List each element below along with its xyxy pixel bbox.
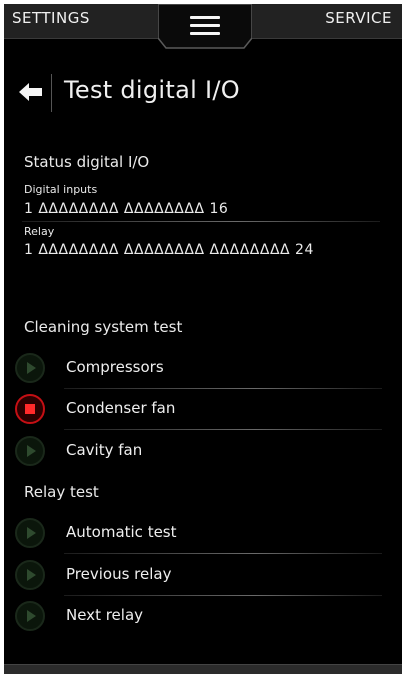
device-screen: SETTINGS SERVICE Test digital I/O Status… (4, 4, 402, 674)
divider (64, 388, 382, 389)
play-icon (15, 601, 45, 631)
page-title: Test digital I/O (64, 76, 240, 104)
play-icon (15, 518, 45, 548)
cavity-fan-button[interactable]: Cavity fan (4, 433, 402, 469)
relay-test-heading: Relay test (24, 483, 99, 501)
hamburger-menu-icon (190, 16, 220, 36)
play-icon (15, 436, 45, 466)
relay-status: 1 ΔΔΔΔΔΔΔΔ ΔΔΔΔΔΔΔΔ ΔΔΔΔΔΔΔΔ 24 (24, 242, 314, 258)
digital-inputs-label: Digital inputs (24, 183, 98, 196)
play-icon (15, 353, 45, 383)
previous-relay-button[interactable]: Previous relay (4, 557, 402, 593)
next-relay-button[interactable]: Next relay (4, 598, 402, 634)
next-relay-label: Next relay (66, 606, 144, 624)
divider (64, 429, 382, 430)
service-tab[interactable]: SERVICE (325, 9, 392, 27)
divider (64, 553, 382, 554)
digital-inputs-status: 1 ΔΔΔΔΔΔΔΔ ΔΔΔΔΔΔΔΔ 16 (24, 201, 229, 217)
back-arrow-icon[interactable] (17, 78, 45, 106)
divider (64, 595, 382, 596)
settings-tab[interactable]: SETTINGS (12, 9, 90, 27)
automatic-test-label: Automatic test (66, 523, 177, 541)
automatic-test-button[interactable]: Automatic test (4, 515, 402, 551)
cavity-fan-label: Cavity fan (66, 441, 143, 459)
divider (22, 221, 380, 222)
bottom-bar (4, 664, 402, 674)
compressors-button[interactable]: Compressors (4, 350, 402, 386)
cleaning-heading: Cleaning system test (24, 318, 183, 336)
previous-relay-label: Previous relay (66, 565, 172, 583)
title-divider (51, 74, 52, 112)
condenser-fan-label: Condenser fan (66, 399, 176, 417)
stop-icon (15, 394, 45, 424)
status-heading: Status digital I/O (24, 153, 150, 171)
play-icon (15, 560, 45, 590)
condenser-fan-button[interactable]: Condenser fan (4, 391, 402, 427)
relay-label: Relay (24, 225, 55, 238)
menu-button[interactable] (158, 4, 252, 50)
compressors-label: Compressors (66, 358, 164, 376)
